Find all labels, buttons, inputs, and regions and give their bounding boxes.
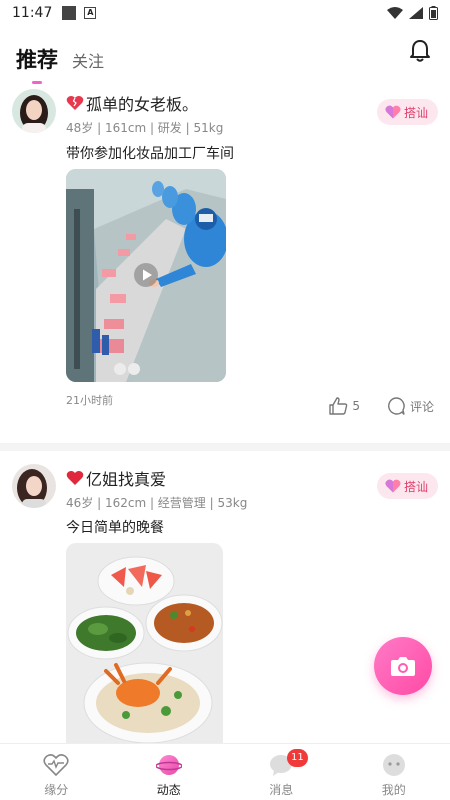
tab-follow[interactable]: 关注 bbox=[72, 48, 104, 72]
video-thumbnail[interactable] bbox=[66, 169, 226, 382]
say-hi-label: 搭讪 bbox=[403, 479, 428, 494]
say-hi-button[interactable]: 搭讪 bbox=[376, 473, 438, 499]
camera-button[interactable] bbox=[374, 637, 432, 695]
say-hi-label: 搭讪 bbox=[403, 105, 428, 120]
square-icon bbox=[62, 6, 77, 20]
signal-icon bbox=[409, 7, 423, 19]
tab-follow-label: 关注 bbox=[72, 52, 105, 71]
nav-label: 动态 bbox=[156, 783, 181, 797]
avatar[interactable] bbox=[12, 89, 56, 133]
nav-label: 我的 bbox=[381, 783, 406, 797]
tab-recommend[interactable]: 推荐 bbox=[16, 44, 58, 84]
user-name-row: 孤单的女老板。 bbox=[66, 91, 198, 115]
heart-icon bbox=[385, 105, 401, 119]
nav-item-messages[interactable]: 11 消息 bbox=[225, 744, 338, 800]
user-meta: 48岁 | 161cm | 研发 | 51kg bbox=[66, 121, 224, 135]
wifi-icon bbox=[387, 7, 403, 19]
like-count: 5 bbox=[352, 399, 360, 413]
heart-icon bbox=[66, 471, 84, 485]
bottom-nav: 缘分 动态 11 消息 我的 bbox=[0, 743, 450, 800]
comment-label[interactable]: 评论 bbox=[410, 398, 434, 415]
like-icon[interactable] bbox=[328, 396, 348, 416]
status-bar: 11:47 A bbox=[0, 0, 450, 26]
active-tab-indicator bbox=[32, 81, 42, 84]
bell-icon[interactable] bbox=[408, 38, 432, 64]
avatar[interactable] bbox=[12, 464, 56, 508]
a-icon: A bbox=[84, 7, 97, 19]
nav-item-moments[interactable]: 动态 bbox=[113, 744, 226, 800]
user-meta: 46岁 | 162cm | 经营管理 | 53kg bbox=[66, 496, 248, 510]
status-time: 11:47 bbox=[12, 5, 53, 21]
nav-label: 缘分 bbox=[44, 783, 69, 797]
post-text: 带你参加化妆品加工厂车间 bbox=[66, 146, 234, 162]
post-time: 21小时前 bbox=[66, 394, 113, 407]
photo[interactable] bbox=[66, 543, 223, 743]
post-actions: 5 评论 bbox=[328, 396, 434, 416]
unread-badge: 11 bbox=[287, 749, 308, 767]
heartbeat-icon bbox=[43, 754, 69, 777]
user-name-row: 亿姐找真爱 bbox=[66, 466, 166, 490]
profile-icon bbox=[382, 754, 405, 776]
comment-icon[interactable] bbox=[386, 396, 406, 416]
nav-item-fate[interactable]: 缘分 bbox=[0, 744, 113, 800]
camera-icon bbox=[391, 657, 415, 676]
post-divider bbox=[0, 443, 450, 451]
tab-recommend-label: 推荐 bbox=[16, 48, 58, 72]
planet-icon bbox=[155, 755, 182, 775]
top-nav: 推荐 关注 bbox=[0, 30, 450, 84]
battery-icon bbox=[429, 6, 438, 20]
broken-heart-icon bbox=[66, 96, 84, 110]
nav-item-me[interactable]: 我的 bbox=[338, 744, 450, 800]
user-name[interactable]: 孤单的女老板。 bbox=[86, 91, 198, 115]
nav-label: 消息 bbox=[269, 783, 294, 797]
post-text: 今日简单的晚餐 bbox=[66, 520, 164, 536]
play-icon[interactable] bbox=[134, 263, 158, 287]
heart-icon bbox=[385, 479, 401, 493]
user-name[interactable]: 亿姐找真爱 bbox=[86, 466, 166, 490]
say-hi-button[interactable]: 搭讪 bbox=[376, 99, 438, 125]
